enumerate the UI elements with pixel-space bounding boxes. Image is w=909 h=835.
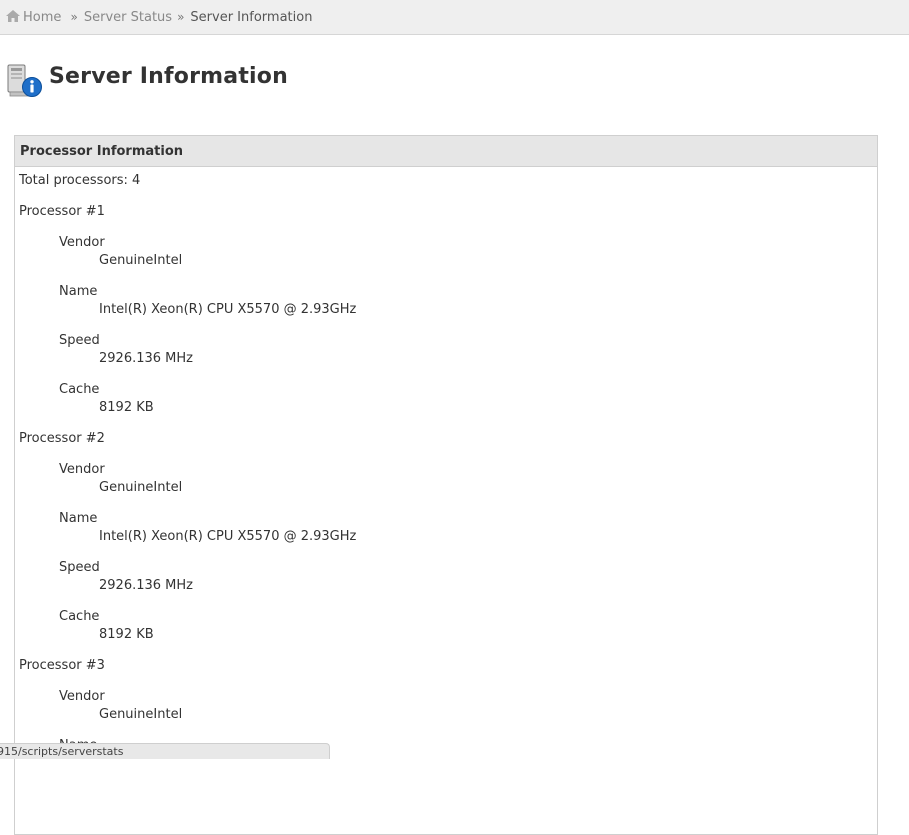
name-value: Intel(R) Xeon(R) CPU X5570 @ 2.93GHz bbox=[99, 529, 357, 544]
breadcrumb: Home » Server Status » Server Information bbox=[0, 0, 909, 35]
name-label: Name bbox=[59, 284, 98, 299]
vendor-label: Vendor bbox=[59, 689, 105, 704]
vendor-value: GenuineIntel bbox=[99, 480, 183, 495]
cache-value: 8192 KB bbox=[99, 627, 154, 642]
page-title: Server Information bbox=[49, 64, 288, 89]
processor-heading: Processor #1 bbox=[19, 204, 105, 219]
cache-label: Cache bbox=[59, 609, 100, 624]
home-icon bbox=[6, 10, 20, 22]
breadcrumb-home-label: Home bbox=[23, 10, 62, 25]
name-value: Intel(R) Xeon(R) CPU X5570 @ 2.93GHz bbox=[99, 302, 357, 317]
breadcrumb-trail: Home » Server Status » Server Information bbox=[6, 0, 312, 35]
server-info-icon bbox=[7, 64, 42, 97]
vendor-label: Vendor bbox=[59, 235, 105, 250]
cache-label: Cache bbox=[59, 382, 100, 397]
processor-information-panel: Processor Information Total processors: … bbox=[14, 135, 878, 835]
speed-value: 2926.136 MHz bbox=[99, 351, 193, 366]
breadcrumb-separator: » bbox=[177, 10, 185, 24]
speed-label: Speed bbox=[59, 333, 100, 348]
speed-value: 2926.136 MHz bbox=[99, 578, 193, 593]
status-bar-url: 915/scripts/serverstats bbox=[0, 743, 330, 759]
name-label: Name bbox=[59, 511, 98, 526]
processor-heading: Processor #3 bbox=[19, 658, 105, 673]
breadcrumb-server-status-link[interactable]: Server Status bbox=[84, 10, 172, 25]
vendor-value: GenuineIntel bbox=[99, 707, 183, 722]
speed-label: Speed bbox=[59, 560, 100, 575]
cache-value: 8192 KB bbox=[99, 400, 154, 415]
vendor-label: Vendor bbox=[59, 462, 105, 477]
breadcrumb-separator: » bbox=[70, 10, 78, 24]
vendor-value: GenuineIntel bbox=[99, 253, 183, 268]
processor-heading: Processor #2 bbox=[19, 431, 105, 446]
breadcrumb-home-link[interactable]: Home bbox=[6, 10, 66, 25]
total-processors: Total processors: 4 bbox=[19, 173, 141, 188]
panel-title: Processor Information bbox=[15, 136, 877, 167]
breadcrumb-current: Server Information bbox=[190, 10, 313, 25]
